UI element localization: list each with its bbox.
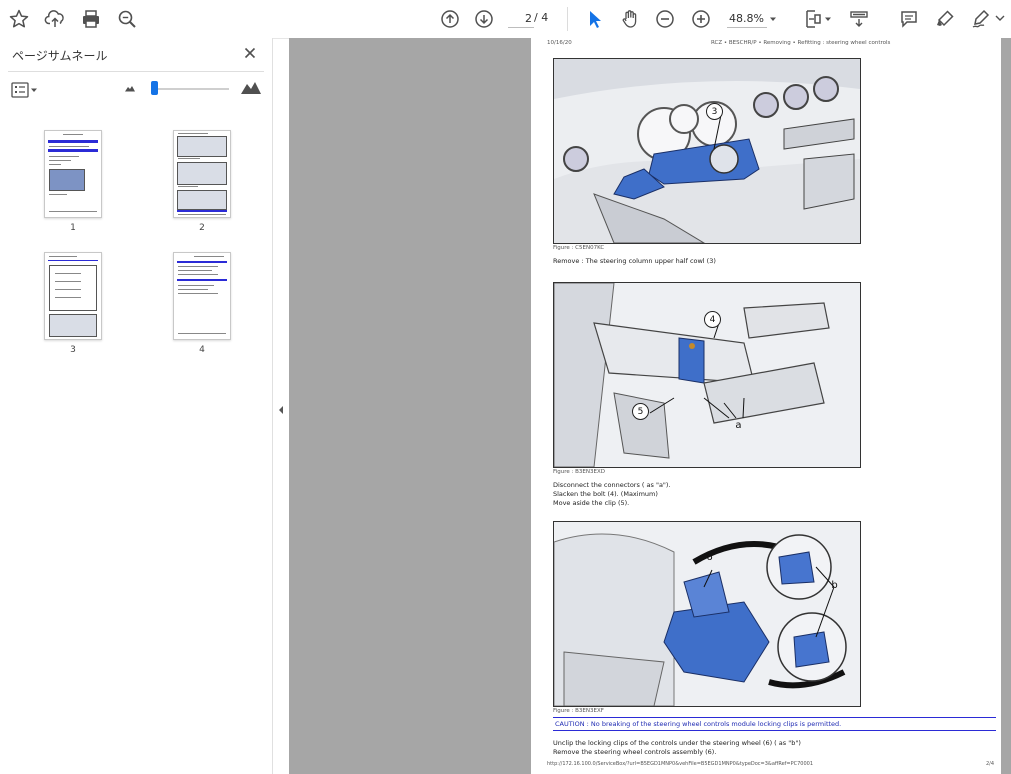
dashboard-illustration bbox=[554, 59, 860, 243]
previous-page-icon[interactable] bbox=[436, 5, 464, 33]
highlight-icon[interactable] bbox=[931, 5, 959, 33]
page-thumbnail-2[interactable] bbox=[173, 130, 231, 218]
page-fit-dropdown-icon[interactable] bbox=[822, 5, 834, 33]
next-page-icon[interactable] bbox=[470, 5, 498, 33]
document-viewer[interactable]: 10/16/20 RCZ • BESCHR/P • Removing • Ref… bbox=[289, 38, 1011, 774]
instruction-move-clip: Move aside the clip (5). bbox=[553, 499, 630, 507]
more-tools-icon[interactable] bbox=[993, 5, 1007, 33]
hand-tool-icon[interactable] bbox=[616, 5, 644, 33]
main-toolbar: / 4 bbox=[0, 0, 1011, 39]
select-cursor-icon[interactable] bbox=[580, 5, 608, 33]
zoom-level-input[interactable] bbox=[727, 9, 767, 28]
toolbar-divider bbox=[567, 7, 568, 31]
chevron-down-icon bbox=[31, 88, 37, 92]
caution-text: CAUTION : No breaking of the steering wh… bbox=[555, 720, 842, 728]
scrolling-mode-icon[interactable] bbox=[845, 5, 873, 33]
caution-notice: CAUTION : No breaking of the steering wh… bbox=[553, 717, 996, 731]
close-icon[interactable] bbox=[241, 44, 259, 62]
callout-6: 6 bbox=[706, 552, 713, 563]
thumbnail-label: 2 bbox=[199, 223, 205, 233]
thumbnail-label: 3 bbox=[70, 345, 76, 355]
large-thumbnail-icon bbox=[241, 82, 261, 94]
small-thumbnail-icon bbox=[125, 86, 135, 92]
figure-1: 3 bbox=[553, 58, 861, 244]
instruction-remove-cowl: Remove : The steering column upper half … bbox=[553, 257, 716, 265]
instruction-disconnect: Disconnect the connectors ( as "a"). bbox=[553, 481, 671, 489]
figure-3: 6 b bbox=[553, 521, 861, 707]
page-thumbnail-1[interactable] bbox=[44, 130, 102, 218]
page-thumbnail-3[interactable] bbox=[44, 252, 102, 340]
collapse-panel-icon[interactable] bbox=[276, 403, 286, 417]
zoom-search-icon[interactable] bbox=[113, 5, 141, 33]
thumbnail-size-slider[interactable] bbox=[153, 88, 229, 90]
sign-icon[interactable] bbox=[967, 5, 995, 33]
instruction-slacken: Slacken the bolt (4). (Maximum) bbox=[553, 490, 658, 498]
pdf-page: 10/16/20 RCZ • BESCHR/P • Removing • Ref… bbox=[531, 38, 1001, 774]
callout-b: b bbox=[831, 580, 838, 591]
zoom-dropdown-icon[interactable] bbox=[765, 5, 781, 33]
callout-4: 4 bbox=[704, 311, 721, 328]
page-footer-number: 2/4 bbox=[986, 761, 995, 767]
figure-2: 4 5 a bbox=[553, 282, 861, 468]
page-header-title: RCZ • BESCHR/P • Removing • Refitting : … bbox=[711, 40, 891, 46]
page-thumbnail-4[interactable] bbox=[173, 252, 231, 340]
panel-divider bbox=[8, 71, 264, 72]
total-pages-label: / 4 bbox=[534, 11, 549, 24]
callout-5: 5 bbox=[632, 403, 649, 420]
current-page-input[interactable] bbox=[508, 9, 534, 28]
list-options-icon bbox=[11, 82, 29, 98]
comment-icon[interactable] bbox=[895, 5, 923, 33]
figure-3-caption: Figure : B3EN3EXF bbox=[553, 708, 604, 714]
callout-3: 3 bbox=[706, 103, 723, 120]
zoom-in-icon[interactable] bbox=[687, 5, 715, 33]
callout-a: a bbox=[735, 420, 742, 431]
cloud-upload-icon[interactable] bbox=[41, 5, 69, 33]
figure-1-caption: Figure : C5EN07KC bbox=[553, 245, 605, 251]
instruction-remove-assembly: Remove the steering wheel controls assem… bbox=[553, 748, 717, 756]
thumbnail-size-slider-thumb[interactable] bbox=[151, 81, 158, 95]
thumbnail-label: 1 bbox=[70, 223, 76, 233]
thumbnail-options-button[interactable] bbox=[11, 80, 43, 100]
panel-title: ページサムネール bbox=[12, 49, 108, 63]
figure-2-caption: Figure : B3EN3EXD bbox=[553, 469, 605, 475]
zoom-out-icon[interactable] bbox=[651, 5, 679, 33]
print-icon[interactable] bbox=[77, 5, 105, 33]
thumbnail-panel: ページサムネール 1 2 3 4 bbox=[0, 38, 273, 774]
steering-column-illustration bbox=[554, 283, 860, 467]
page-header-date: 10/16/20 bbox=[547, 40, 572, 46]
instruction-unclip: Unclip the locking clips of the controls… bbox=[553, 739, 801, 747]
star-icon[interactable] bbox=[5, 5, 33, 33]
thumbnail-label: 4 bbox=[199, 345, 205, 355]
page-footer-url: http://172.16.100.0/ServiceBox/?url=B5EG… bbox=[547, 761, 814, 767]
